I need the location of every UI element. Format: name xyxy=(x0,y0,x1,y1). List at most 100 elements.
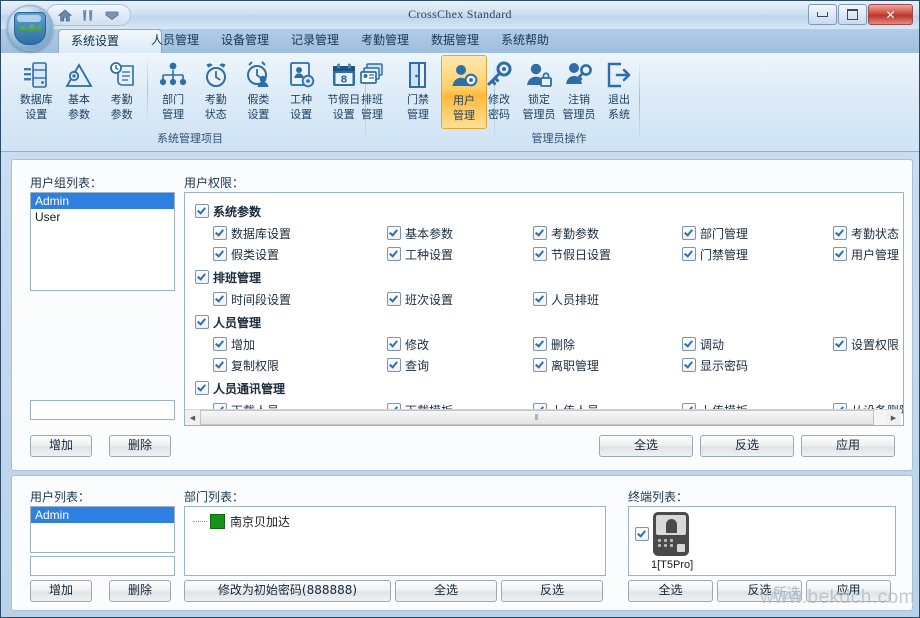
permission-item-basic-params[interactable]: 基本参数 xyxy=(387,225,453,242)
permission-item-access-ctrl[interactable]: 门禁管理 xyxy=(682,246,748,263)
scroll-right-arrow-icon[interactable]: ▶ xyxy=(886,410,901,425)
checkbox[interactable] xyxy=(533,226,547,240)
permission-item-query[interactable]: 查询 xyxy=(387,357,429,374)
ribbon-button-department[interactable]: 部门 管理 xyxy=(152,55,195,129)
list-item[interactable]: Admin xyxy=(31,193,174,209)
permission-group-system-params[interactable]: 系统参数 xyxy=(195,203,261,220)
user-group-list[interactable]: Admin User xyxy=(30,192,175,291)
checkbox[interactable] xyxy=(533,292,547,306)
checkbox[interactable] xyxy=(533,337,547,351)
select-all-button[interactable]: 全选 xyxy=(599,435,693,457)
terminal-apply-button[interactable]: 应用 xyxy=(806,580,891,602)
checkbox[interactable] xyxy=(213,337,227,351)
permission-item-attendance-status[interactable]: 考勤状态 xyxy=(833,225,899,242)
dept-tree[interactable]: 南京贝加达 xyxy=(184,506,606,576)
permission-item-modify[interactable]: 修改 xyxy=(387,336,429,353)
checkbox[interactable] xyxy=(387,247,401,261)
checkbox[interactable] xyxy=(682,226,696,240)
app-logo-orb[interactable] xyxy=(7,5,53,51)
dept-invert-button[interactable]: 反选 xyxy=(501,580,603,602)
invert-selection-button[interactable]: 反选 xyxy=(700,435,794,457)
permission-item-transfer[interactable]: 调动 xyxy=(682,336,724,353)
permission-group-record-management[interactable]: 记录管理 xyxy=(195,425,261,426)
checkbox[interactable] xyxy=(213,358,227,372)
terminal-select-all-button[interactable]: 全选 xyxy=(628,580,713,602)
ribbon-button-job-type[interactable]: 工种 设置 xyxy=(280,55,323,129)
permission-item-staff-shift[interactable]: 人员排班 xyxy=(533,291,599,308)
checkbox[interactable] xyxy=(682,247,696,261)
permission-item-show-password[interactable]: 显示密码 xyxy=(682,357,748,374)
ribbon-button-leave-type[interactable]: 假类 设置 xyxy=(237,55,280,129)
tree-item-department[interactable]: 南京贝加达 xyxy=(193,513,290,530)
checkbox[interactable] xyxy=(533,358,547,372)
permission-item-attendance-params[interactable]: 考勤参数 xyxy=(533,225,599,242)
permission-item-department[interactable]: 部门管理 xyxy=(682,225,748,242)
checkbox[interactable] xyxy=(387,358,401,372)
minimize-button[interactable] xyxy=(808,4,837,25)
close-button[interactable]: ✕ xyxy=(868,4,913,25)
reset-password-button[interactable]: 修改为初始密码(888888) xyxy=(184,580,391,602)
permission-item-holiday[interactable]: 节假日设置 xyxy=(533,246,611,263)
user-group-extra-field[interactable] xyxy=(30,400,175,420)
user-name-input[interactable] xyxy=(30,556,175,576)
checkbox[interactable] xyxy=(635,527,649,541)
checkbox[interactable] xyxy=(682,358,696,372)
permission-item-shift-setting[interactable]: 班次设置 xyxy=(387,291,453,308)
terminal-list[interactable]: 1[T5Pro] xyxy=(628,506,896,576)
list-item[interactable]: User xyxy=(31,209,174,225)
checkbox[interactable] xyxy=(195,270,209,284)
quick-access-toolbar[interactable] xyxy=(46,4,131,26)
permission-group-personnel-comm[interactable]: 人员通讯管理 xyxy=(195,380,285,397)
checkbox[interactable] xyxy=(387,292,401,306)
permissions-tree[interactable]: 系统参数 数据库设置 基本参数 考勤参数 部门管理 考勤状态 假类设置 工种设置… xyxy=(184,192,904,426)
permission-group-personnel[interactable]: 人员管理 xyxy=(195,314,261,331)
ribbon-button-lock-admin[interactable]: 锁定 管理员 xyxy=(519,55,559,129)
delete-group-button[interactable]: 删除 xyxy=(109,435,171,457)
ribbon-button-database-settings[interactable]: 数据库 设置 xyxy=(15,55,58,129)
checkbox[interactable] xyxy=(833,337,847,351)
tools-icon[interactable] xyxy=(81,9,95,22)
permission-item-timeslot[interactable]: 时间段设置 xyxy=(213,291,291,308)
permission-item-delete[interactable]: 删除 xyxy=(533,336,575,353)
terminal-invert-button[interactable]: 反选 xyxy=(717,580,802,602)
ribbon-button-attendance-status[interactable]: 考勤 状态 xyxy=(194,55,237,129)
ribbon-tabstrip[interactable]: 系统设置 人员管理 设备管理 记录管理 考勤管理 数据管理 系统帮助 xyxy=(1,29,919,54)
permissions-hscrollbar[interactable]: ◀ ⦀ ▶ xyxy=(185,409,901,425)
ribbon-button-attendance-params[interactable]: 考勤 参数 xyxy=(100,55,143,129)
add-group-button[interactable]: 增加 xyxy=(30,435,92,457)
permission-item-set-rights[interactable]: 设置权限 xyxy=(833,336,899,353)
permission-item-resignation[interactable]: 离职管理 xyxy=(533,357,599,374)
checkbox[interactable] xyxy=(833,226,847,240)
checkbox[interactable] xyxy=(195,315,209,329)
delete-user-button[interactable]: 删除 xyxy=(109,580,171,602)
checkbox[interactable] xyxy=(833,247,847,261)
add-user-button[interactable]: 增加 xyxy=(30,580,92,602)
permission-item-job-type[interactable]: 工种设置 xyxy=(387,246,453,263)
window-controls[interactable]: ✕ xyxy=(808,4,913,25)
tab-help[interactable]: 系统帮助 xyxy=(489,29,583,53)
permission-item-database-settings[interactable]: 数据库设置 xyxy=(213,225,291,242)
permission-item-copy-rights[interactable]: 复制权限 xyxy=(213,357,279,374)
permission-item-user-mgmt[interactable]: 用户管理 xyxy=(833,246,899,263)
checkbox[interactable] xyxy=(533,247,547,261)
scroll-left-arrow-icon[interactable]: ◀ xyxy=(185,410,200,425)
home-icon[interactable] xyxy=(57,8,72,22)
checkbox[interactable] xyxy=(387,226,401,240)
checkbox[interactable] xyxy=(682,337,696,351)
chevron-down-icon[interactable] xyxy=(105,10,119,21)
maximize-button[interactable] xyxy=(838,4,867,25)
terminal-item[interactable] xyxy=(635,512,689,556)
permission-item-add[interactable]: 增加 xyxy=(213,336,255,353)
list-item[interactable]: Admin xyxy=(31,507,174,523)
scroll-track[interactable]: ⦀ xyxy=(200,410,886,425)
dept-select-all-button[interactable]: 全选 xyxy=(395,580,497,602)
apply-permissions-button[interactable]: 应用 xyxy=(801,435,895,457)
checkbox[interactable] xyxy=(195,381,209,395)
checkbox[interactable] xyxy=(213,226,227,240)
ribbon-button-access-control[interactable]: 门禁 管理 xyxy=(395,55,441,129)
checkbox[interactable] xyxy=(213,292,227,306)
ribbon-button-basic-params[interactable]: 基本 参数 xyxy=(58,55,101,129)
ribbon-button-exit-system[interactable]: 退出 系统 xyxy=(599,55,639,129)
checkbox[interactable] xyxy=(195,204,209,218)
permission-group-shift-management[interactable]: 排班管理 xyxy=(195,269,261,286)
